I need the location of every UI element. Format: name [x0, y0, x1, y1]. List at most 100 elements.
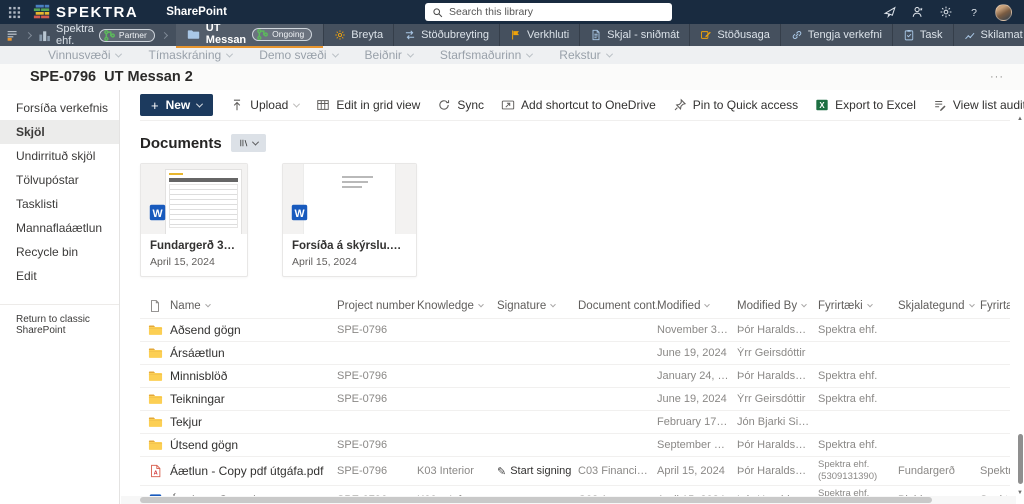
column-label: Modified: [657, 300, 701, 312]
ribbon-action-tengja-verkefni[interactable]: Tengja verkefni: [779, 24, 892, 46]
person-star-icon[interactable]: [911, 5, 925, 19]
command-pin-to-quick-access[interactable]: Pin to Quick access: [673, 98, 798, 112]
chevron-down-icon: [801, 301, 807, 308]
file-type-column-header[interactable]: [140, 299, 170, 313]
cell-fyrirtaeki: Spektra ehf.(5309131390): [818, 458, 878, 482]
column-header-fyrirtæki[interactable]: Fyrirtæki: [818, 300, 898, 312]
megaphone-icon[interactable]: [883, 5, 897, 19]
row-name-link[interactable]: Tekjur: [170, 415, 337, 429]
chevron-down-icon: [406, 50, 414, 58]
scroll-down-icon[interactable]: ▼: [1017, 490, 1023, 496]
avatar[interactable]: [995, 3, 1012, 21]
table-row-áætlun-copy-pdf-útgáfa-pdf[interactable]: A Áætlun - Copy pdf útgáfa.pdf SPE-0796 K03…: [140, 456, 1010, 485]
title-overflow-button[interactable]: ···: [990, 71, 1004, 83]
ribbon-action-task[interactable]: Task: [891, 24, 953, 46]
column-header-project-number[interactable]: Project number: [337, 300, 417, 312]
command-edit-in-grid-view[interactable]: Edit in grid view: [316, 98, 420, 112]
table-row-útsend-gögn[interactable]: Útsend gögnSPE-0796 September 18, 2019Þór…: [140, 433, 1010, 456]
table-row-tekjur[interactable]: Tekjur February 17, 2021Jón Bjarki Sigurð…: [140, 410, 1010, 433]
sidebar-item-tölvupóstar[interactable]: Tölvupóstar: [0, 168, 119, 192]
nav-item-starfsmaðurinn[interactable]: Starfsmaðurinn: [439, 48, 534, 62]
sidebar-item-skjöl[interactable]: Skjöl: [0, 120, 119, 144]
row-name-link[interactable]: Teikningar: [170, 392, 337, 406]
document-card-fundargerð-3006-docx[interactable]: W Fundargerð 3006.docx April 15, 2024: [140, 163, 248, 277]
nav-item-demo-svæði[interactable]: Demo svæði: [259, 48, 339, 62]
scroll-up-icon[interactable]: ▲: [1017, 116, 1023, 122]
horizontal-scrollbar[interactable]: [121, 496, 1016, 504]
command-view-list-audit-information[interactable]: View list audit information: [933, 98, 1024, 112]
spektra-logo-icon: [33, 4, 51, 20]
command-export-to-excel[interactable]: X Export to Excel: [815, 98, 916, 112]
search-input[interactable]: [449, 6, 665, 18]
column-header-knowledge[interactable]: Knowledge: [417, 300, 497, 312]
card-view-selector-button[interactable]: [230, 134, 266, 152]
ribbon-action-breyta[interactable]: Breyta: [323, 24, 393, 46]
row-name-link[interactable]: Áætlun - Copy pdf útgáfa.pdf: [170, 464, 337, 478]
ribbon-action-label: Stöðusaga: [717, 29, 770, 41]
sidebar-item-tasklisti[interactable]: Tasklisti: [0, 192, 119, 216]
column-header-modified[interactable]: Modified: [657, 300, 737, 312]
breadcrumb-current-project-tab[interactable]: UT Messan Ongoing: [175, 22, 324, 48]
help-icon[interactable]: ?: [967, 5, 981, 19]
title-bar: SPE-0796 UT Messan 2 ···: [0, 64, 1024, 90]
column-header-skjalategund[interactable]: Skjalategund: [898, 300, 980, 312]
nav-item-label: Starfsmaðurinn: [439, 48, 522, 62]
ribbon-action-label: Skjal - sniðmát: [607, 29, 680, 41]
document-card-forsíða-á-skýrslu-docx[interactable]: W Forsíða á skýrslu.docx April 15, 2024: [282, 163, 417, 277]
sidebar-item-forsíða-verkefnis[interactable]: Forsíða verkefnis: [0, 96, 119, 120]
sidebar-item-recycle-bin[interactable]: Recycle bin: [0, 240, 119, 264]
table-row-aðsend-gögn[interactable]: Aðsend gögnSPE-0796 November 30, 2020Þór …: [140, 318, 1010, 341]
row-name-link[interactable]: Ársáætlun: [170, 346, 337, 360]
return-classic-link[interactable]: Return to classic SharePoint: [0, 304, 119, 336]
ribbon-action-label: Skilamat: [980, 29, 1023, 41]
command-sync[interactable]: Sync: [437, 98, 484, 112]
ribbon-action-skjal-sniðmát[interactable]: Skjal - sniðmát: [579, 24, 689, 46]
folder-file-icon: [140, 323, 170, 337]
cell-modified-by: Ýrr Geirsdóttir: [737, 347, 806, 359]
gear-icon[interactable]: [939, 5, 953, 19]
nav-item-tímaskráning[interactable]: Tímaskráning: [148, 48, 234, 62]
column-header-signature[interactable]: Signature: [497, 300, 578, 312]
nav-item-rekstur[interactable]: Rekstur: [559, 48, 613, 62]
sync-icon: [437, 98, 451, 112]
new-button[interactable]: + New: [140, 94, 214, 116]
row-name-link[interactable]: Minnisblöð: [170, 369, 337, 383]
command-label: Edit in grid view: [336, 98, 421, 112]
nav-item-vinnusvæði[interactable]: Vinnusvæði: [48, 48, 123, 62]
column-header-modified-by[interactable]: Modified By: [737, 300, 818, 312]
row-name-link[interactable]: Útsend gögn: [170, 438, 337, 452]
table-row-minnisblöð[interactable]: Minnisblöð SPE-0796 January 24, 2020 Þór Ha…: [140, 364, 1010, 387]
cell-modified-by: Þór Haraldsson: [737, 465, 813, 477]
svg-text:X: X: [820, 101, 826, 110]
cell-project-number: SPE-0796: [337, 465, 388, 477]
search-box[interactable]: [425, 3, 672, 21]
command-upload[interactable]: Upload: [230, 98, 301, 112]
column-header-name[interactable]: Name: [170, 300, 337, 312]
vertical-scrollbar[interactable]: ▲ ▼: [1015, 116, 1024, 496]
start-signing-action[interactable]: ✎ Start signing: [497, 465, 578, 478]
column-header-document-cont[interactable]: Document cont...: [578, 300, 657, 312]
horizontal-scrollbar-thumb[interactable]: [140, 497, 932, 503]
ribbon-action-skilamat[interactable]: Skilamat: [952, 24, 1024, 46]
nav-item-beiðnir[interactable]: Beiðnir: [365, 48, 414, 62]
table-row-teikningar[interactable]: Teikningar SPE-0796 June 19, 2024 Ýrr Geirs…: [140, 387, 1010, 410]
main-content: + New Upload Edit in grid view Sync Add sho…: [120, 90, 1024, 504]
table-row-ársáætlun[interactable]: Ársáætlun June 19, 2024 Ýrr Geirsdóttir: [140, 341, 1010, 364]
doc-thumbnail-form: [165, 169, 242, 234]
vertical-scrollbar-thumb[interactable]: [1017, 434, 1023, 484]
sidebar-item-undirrituð-skjöl[interactable]: Undirrituð skjöl: [0, 144, 119, 168]
site-tree-icon[interactable]: [6, 29, 19, 42]
app-launcher-waffle-icon[interactable]: [8, 6, 21, 19]
column-header-fyrirtæ[interactable]: Fyrirtæ: [980, 300, 1010, 312]
search-icon: [432, 7, 443, 18]
ribbon-action-stöðubreyting[interactable]: Stöðubreyting: [393, 24, 499, 46]
ribbon-action-verkhluti[interactable]: Verkhluti: [498, 24, 579, 46]
chevron-down-icon: [115, 50, 123, 58]
sidebar-item-edit[interactable]: Edit: [0, 264, 119, 288]
ribbon-action-stöðusaga[interactable]: Stöðusaga: [689, 24, 780, 46]
command-add-shortcut-to-onedrive[interactable]: Add shortcut to OneDrive: [501, 98, 656, 112]
spektra-logo[interactable]: SPEKTRA: [33, 4, 138, 21]
breadcrumb-company[interactable]: Spektra ehf. Partner: [38, 23, 155, 47]
row-name-link[interactable]: Aðsend gögn: [170, 323, 337, 337]
sidebar-item-mannaflaáætlun[interactable]: Mannaflaáætlun: [0, 216, 119, 240]
